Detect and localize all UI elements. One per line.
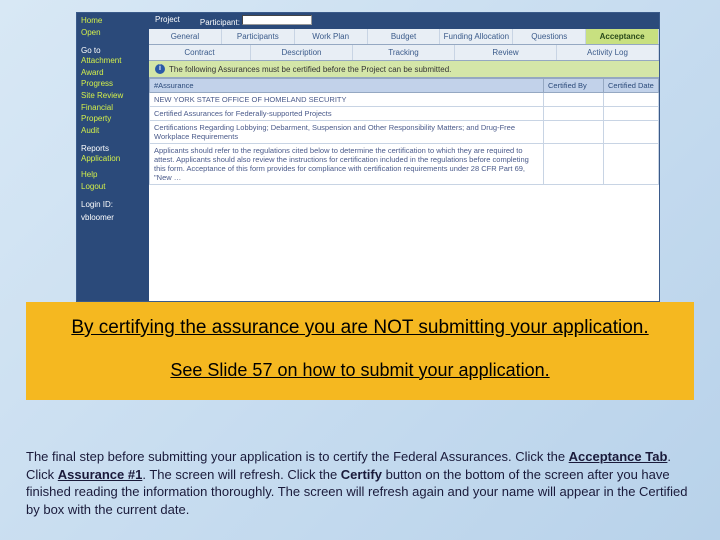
certify-ref: Certify	[341, 467, 382, 482]
sidebar-item-progress[interactable]: Progress	[81, 78, 145, 90]
col-assurance: #Assurance	[150, 79, 544, 93]
assurance-link-1[interactable]: NEW YORK STATE OFFICE OF HOMELAND SECURI…	[154, 95, 347, 104]
notice-bar: i The following Assurances must be certi…	[149, 61, 659, 78]
tab-contract[interactable]: Contract	[149, 45, 251, 60]
tab-budget[interactable]: Budget	[368, 29, 441, 44]
header-row: Project Participant:	[149, 13, 659, 29]
sidebar-item-property[interactable]: Property	[81, 113, 145, 125]
sidebar-reports-label: Reports	[81, 140, 145, 153]
project-label: Project	[155, 15, 180, 27]
login-id-label: Login ID:	[81, 196, 145, 209]
sidebar-item-award[interactable]: Award	[81, 67, 145, 79]
sidebar-goto-label: Go to	[81, 42, 145, 55]
participant-label: Participant:	[200, 15, 312, 27]
sidebar-item-application[interactable]: Application	[81, 153, 145, 165]
table-row: Certified Assurances for Federally-suppo…	[150, 107, 659, 121]
col-certified-by: Certified By	[544, 79, 604, 93]
table-row: Certifications Regarding Lobbying; Debar…	[150, 121, 659, 144]
instructions-text: The final step before submitting your ap…	[26, 448, 694, 518]
acceptance-tab-ref: Acceptance Tab	[569, 449, 668, 464]
sidebar-item-help[interactable]: Help	[81, 169, 145, 181]
tab-questions[interactable]: Questions	[513, 29, 586, 44]
tabs-row-2: Contract Description Tracking Review Act…	[149, 45, 659, 61]
sidebar-item-audit[interactable]: Audit	[81, 125, 145, 137]
tab-tracking[interactable]: Tracking	[353, 45, 455, 60]
assurance-link-3[interactable]: Certifications Regarding Lobbying; Debar…	[154, 123, 515, 141]
tabs-row-1: General Participants Work Plan Budget Fu…	[149, 29, 659, 45]
tab-participants[interactable]: Participants	[222, 29, 295, 44]
sidebar-item-site-review[interactable]: Site Review	[81, 90, 145, 102]
sidebar-item-home[interactable]: Home	[81, 15, 145, 27]
tab-activity-log[interactable]: Activity Log	[557, 45, 659, 60]
login-id-value: vbloomer	[81, 209, 145, 222]
participant-input[interactable]	[242, 15, 312, 25]
tab-acceptance[interactable]: Acceptance	[586, 29, 659, 44]
assurance-table: #Assurance Certified By Certified Date N…	[149, 78, 659, 185]
assurance-1-ref: Assurance #1	[58, 467, 143, 482]
table-row: Applicants should refer to the regulatio…	[150, 144, 659, 185]
table-row: NEW YORK STATE OFFICE OF HOMELAND SECURI…	[150, 93, 659, 107]
sidebar-item-attachment[interactable]: Attachment	[81, 55, 145, 67]
sidebar-item-logout[interactable]: Logout	[81, 181, 145, 193]
sidebar-item-open[interactable]: Open	[81, 27, 145, 39]
tab-description[interactable]: Description	[251, 45, 353, 60]
callout-line-1: By certifying the assurance you are NOT …	[46, 316, 674, 341]
app-window: Home Open Go to Attachment Award Progres…	[76, 12, 660, 302]
assurance-link-2[interactable]: Certified Assurances for Federally-suppo…	[154, 109, 332, 118]
tab-review[interactable]: Review	[455, 45, 557, 60]
info-icon: i	[155, 64, 165, 74]
assurance-link-4[interactable]: Applicants should refer to the regulatio…	[154, 146, 529, 182]
callout-line-2: See Slide 57 on how to submit your appli…	[46, 359, 674, 382]
sidebar-item-financial[interactable]: Financial	[81, 102, 145, 114]
tab-funding-allocation[interactable]: Funding Allocation	[440, 29, 513, 44]
content-area: Project Participant: General Participant…	[149, 13, 659, 301]
tab-work-plan[interactable]: Work Plan	[295, 29, 368, 44]
sidebar: Home Open Go to Attachment Award Progres…	[77, 13, 149, 301]
callout-box: By certifying the assurance you are NOT …	[26, 302, 694, 400]
tab-general[interactable]: General	[149, 29, 222, 44]
col-certified-date: Certified Date	[604, 79, 659, 93]
notice-text: The following Assurances must be certifi…	[169, 65, 451, 74]
